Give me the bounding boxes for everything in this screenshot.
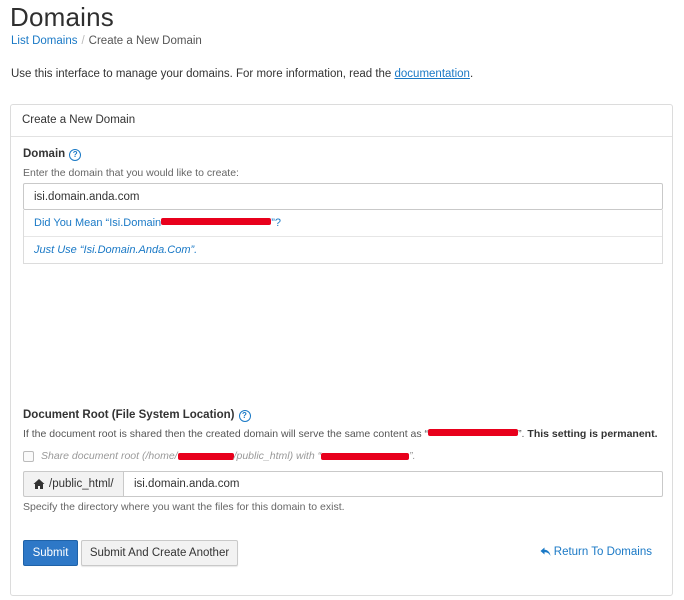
return-to-domains-link[interactable]: Return To Domains xyxy=(540,546,652,558)
share-docroot-row: Share document root (/home//public_html)… xyxy=(23,450,416,462)
docroot-input[interactable]: isi.domain.anda.com xyxy=(123,471,663,497)
permanent-note: This setting is permanent. xyxy=(527,428,658,440)
breadcrumb: List Domains / Create a New Domain xyxy=(11,35,202,47)
reply-arrow-icon xyxy=(540,547,551,556)
question-circle-icon[interactable]: ? xyxy=(238,410,251,422)
domain-suggestions: Did You Mean “Isi.Domain”? Just Use “Isi… xyxy=(23,210,663,264)
redaction-mark xyxy=(428,429,519,436)
suggestion-did-you-mean[interactable]: Did You Mean “Isi.Domain”? xyxy=(24,210,662,236)
redaction-mark xyxy=(321,452,410,460)
docroot-help: Specify the directory where you want the… xyxy=(23,501,345,513)
create-domain-panel: Create a New Domain Domain? Enter the do… xyxy=(10,104,673,596)
domain-hint: Enter the domain that you would like to … xyxy=(23,167,239,179)
docroot-hint: If the document root is shared then the … xyxy=(23,428,658,440)
redaction-mark xyxy=(177,452,234,460)
share-docroot-checkbox[interactable] xyxy=(23,450,34,462)
breadcrumb-current: Create a New Domain xyxy=(88,35,202,47)
redaction-mark xyxy=(161,218,272,225)
question-circle-icon[interactable]: ? xyxy=(69,149,82,161)
docroot-prefix-addon: /public_html/ xyxy=(23,471,123,497)
breadcrumb-list-domains-link[interactable]: List Domains xyxy=(11,35,77,47)
submit-and-create-another-button[interactable]: Submit And Create Another xyxy=(81,540,238,566)
panel-heading: Create a New Domain xyxy=(11,105,672,137)
breadcrumb-separator: / xyxy=(81,35,85,47)
page-title: Domains xyxy=(10,2,114,32)
intro-text: Use this interface to manage your domain… xyxy=(11,68,474,80)
docroot-label: Document Root (File System Location)? xyxy=(23,409,251,422)
documentation-link[interactable]: documentation xyxy=(395,68,470,80)
domain-input[interactable]: isi.domain.anda.com xyxy=(23,183,663,210)
domain-label: Domain? xyxy=(23,148,82,161)
home-icon xyxy=(33,479,45,489)
submit-button[interactable]: Submit xyxy=(23,540,78,566)
suggestion-just-use[interactable]: Just Use “Isi.Domain.Anda.Com”. xyxy=(24,236,662,263)
